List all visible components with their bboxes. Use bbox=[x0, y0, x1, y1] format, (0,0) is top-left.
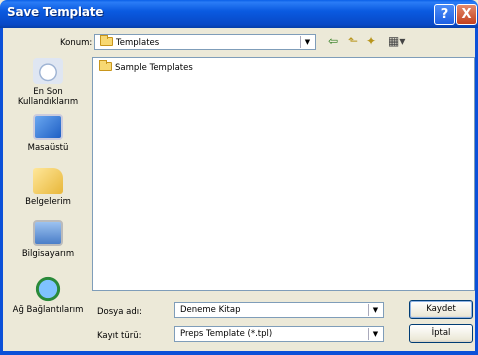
look-in-value: Templates bbox=[116, 38, 160, 48]
place-label: Belgelerim bbox=[25, 197, 71, 207]
file-type-label: Kayıt türü: bbox=[97, 331, 142, 341]
file-name-label: Dosya adı: bbox=[97, 307, 142, 317]
place-my-computer[interactable]: Bilgisayarım bbox=[7, 220, 89, 259]
place-label: Masaüstü bbox=[27, 143, 69, 153]
cancel-button[interactable]: İptal bbox=[409, 324, 473, 343]
file-name: Sample Templates bbox=[115, 63, 193, 73]
chevron-down-icon[interactable]: ▼ bbox=[368, 304, 382, 316]
new-folder-icon[interactable]: ✦ bbox=[366, 33, 376, 49]
place-label: En Son Kullandıklarım bbox=[17, 87, 79, 107]
back-arrow-icon[interactable]: ⇦ bbox=[328, 33, 338, 49]
file-name-value[interactable]: Deneme Kitap bbox=[180, 305, 240, 315]
list-item[interactable]: Sample Templates bbox=[99, 60, 193, 73]
recent-documents-icon bbox=[33, 58, 63, 84]
look-in-dropdown[interactable]: Templates ▼ bbox=[94, 34, 316, 50]
chevron-down-icon[interactable]: ▼ bbox=[300, 36, 314, 48]
title-bar[interactable]: Save Template ? X bbox=[0, 0, 478, 28]
place-my-documents[interactable]: Belgelerim bbox=[7, 168, 89, 207]
look-in-label: Konum: bbox=[60, 38, 93, 48]
desktop-icon bbox=[33, 114, 63, 140]
file-list[interactable]: Sample Templates bbox=[92, 57, 475, 291]
file-type-value: Preps Template (*.tpl) bbox=[180, 329, 273, 339]
window-frame-left bbox=[0, 28, 3, 355]
places-bar: En Son Kullandıklarım Masaüstü Belgeleri… bbox=[7, 58, 89, 328]
place-network[interactable]: Ağ Bağlantılarım bbox=[7, 276, 89, 315]
my-documents-icon bbox=[33, 168, 63, 194]
folder-icon bbox=[99, 60, 112, 71]
window-frame-bottom bbox=[0, 351, 478, 355]
folder-icon bbox=[100, 35, 113, 46]
up-folder-icon[interactable]: ⬑ bbox=[348, 33, 358, 49]
save-button[interactable]: Kaydet bbox=[409, 300, 473, 319]
place-label: Bilgisayarım bbox=[21, 249, 75, 259]
place-desktop[interactable]: Masaüstü bbox=[7, 114, 89, 153]
help-button[interactable]: ? bbox=[434, 4, 455, 25]
place-recent[interactable]: En Son Kullandıklarım bbox=[7, 58, 89, 107]
my-computer-icon bbox=[33, 220, 63, 246]
place-label: Ağ Bağlantılarım bbox=[12, 305, 84, 315]
look-in-value-wrap: Templates bbox=[100, 35, 160, 48]
window-title: Save Template bbox=[7, 5, 104, 19]
file-type-dropdown[interactable]: Preps Template (*.tpl) ▼ bbox=[174, 326, 384, 342]
close-button[interactable]: X bbox=[456, 4, 477, 25]
network-places-icon bbox=[33, 276, 63, 302]
chevron-down-icon[interactable]: ▼ bbox=[368, 328, 382, 340]
file-name-field[interactable]: Deneme Kitap ▼ bbox=[174, 302, 384, 318]
views-menu-icon[interactable]: ▦▾ bbox=[388, 33, 405, 49]
